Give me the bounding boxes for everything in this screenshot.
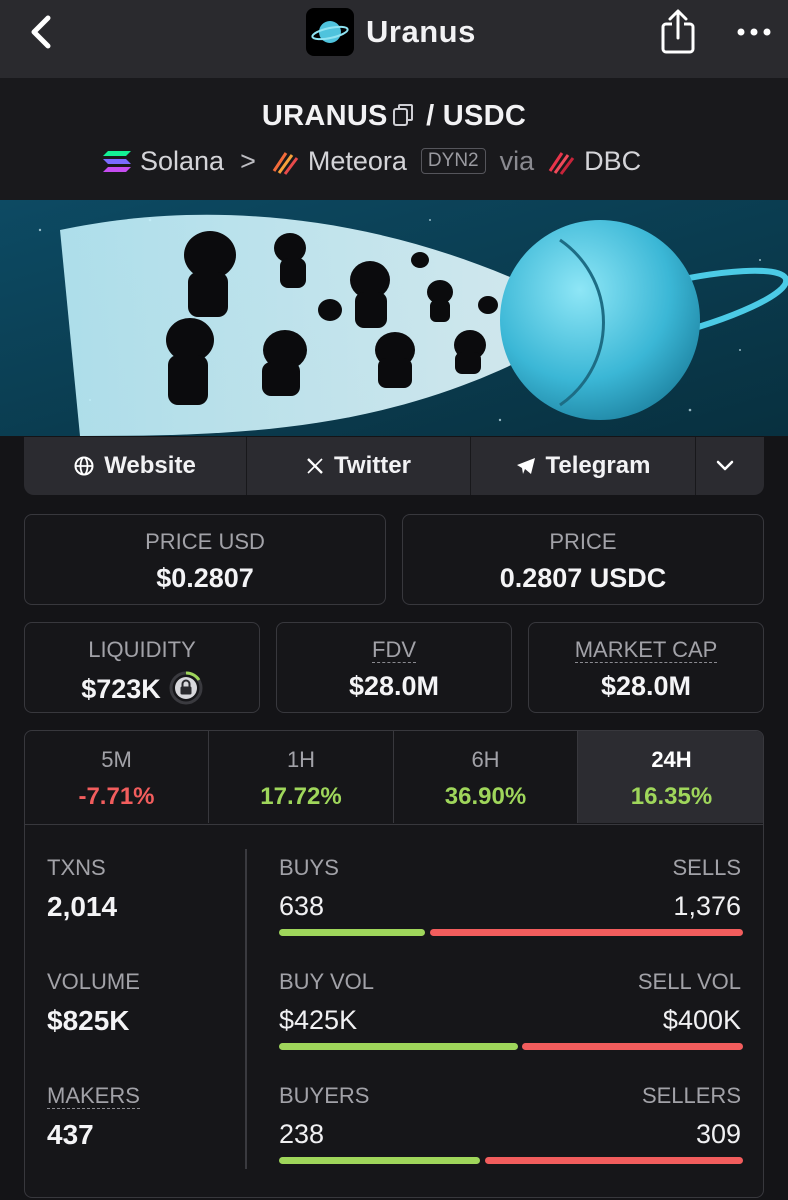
market-cap-label-text: MARKET CAP	[574, 637, 718, 663]
sell-vol-value: $400K	[662, 1005, 741, 1035]
price-change: -7.71%	[78, 783, 155, 810]
more-links-dropdown[interactable]	[696, 437, 764, 495]
buys-bar	[279, 929, 425, 936]
back-chevron-icon[interactable]	[24, 12, 64, 52]
sell-vol-bar	[522, 1043, 743, 1050]
website-button[interactable]: Website	[24, 437, 247, 495]
buyers-value: 238	[279, 1119, 325, 1149]
token-logo	[306, 8, 354, 56]
txns-label: TXNS	[47, 855, 106, 880]
buys-label: BUYS	[279, 855, 339, 880]
tab-6h[interactable]: 6H 36.90%	[394, 731, 578, 823]
tab-name: 24H	[651, 747, 692, 772]
telegram-label: Telegram	[545, 452, 651, 479]
sellers-value: 309	[695, 1119, 741, 1149]
pair-separator: /	[426, 100, 435, 132]
market-cap-label[interactable]: MARKET CAP	[529, 637, 763, 663]
telegram-button[interactable]: Telegram	[471, 437, 696, 495]
tab-name: 5M	[101, 747, 132, 772]
volume-value: $825K	[47, 1005, 130, 1036]
buyers-label: BUYERS	[279, 1083, 370, 1108]
dbc-icon	[548, 152, 575, 175]
sells-value: 1,376	[673, 891, 741, 921]
fdv-value: $28.0M	[348, 671, 440, 701]
more-dots-icon[interactable]	[736, 22, 772, 42]
makers-value: 437	[47, 1119, 94, 1150]
base-token: URANUS	[261, 100, 388, 132]
sells-label: SELLS	[672, 855, 742, 880]
tab-24h[interactable]: 24H 16.35%	[578, 731, 763, 823]
via-label: via	[499, 145, 535, 176]
makers-label[interactable]: MAKERS	[47, 1083, 140, 1109]
website-label: Website	[104, 452, 196, 479]
token-banner-image	[0, 200, 788, 436]
buys-value: 638	[279, 891, 325, 921]
dex-badge: DYN2	[420, 148, 486, 174]
price-usd-label: PRICE USD	[145, 529, 265, 554]
tab-1h[interactable]: 1H 17.72%	[209, 731, 394, 823]
price-quote-value: 0.2807 USDC	[499, 563, 667, 593]
price-quote-label: PRICE	[549, 529, 617, 554]
column-divider	[245, 849, 247, 1169]
volume-label: VOLUME	[47, 969, 140, 994]
liquidity-card: LIQUIDITY $723K	[24, 622, 260, 713]
launchpad-name[interactable]: DBC	[584, 146, 641, 177]
share-icon[interactable]	[660, 8, 696, 54]
sells-bar	[430, 929, 743, 936]
price-change: 16.35%	[630, 783, 713, 810]
txns-value: 2,014	[47, 891, 118, 922]
liquidity-value-row: $723K	[25, 671, 259, 705]
telegram-icon	[516, 458, 535, 474]
lock-icon[interactable]	[169, 671, 203, 705]
app-name: Uranus	[366, 14, 476, 49]
timeframe-tabs: 5M -7.71% 1H 17.72% 6H 36.90% 24H 16.35%	[25, 731, 763, 825]
price-quote-card: PRICE 0.2807 USDC	[402, 514, 764, 605]
chain-name[interactable]: Solana	[140, 146, 224, 177]
quote-token: USDC	[442, 100, 527, 132]
meteora-icon	[272, 152, 299, 175]
buy-vol-bar	[279, 1043, 518, 1050]
buyers-bar	[279, 1157, 480, 1164]
pair-title: URANUS / USDC	[0, 100, 788, 133]
globe-icon	[74, 456, 94, 476]
fdv-card: FDV $28.0M	[276, 622, 512, 713]
stats-panel: 5M -7.71% 1H 17.72% 6H 36.90% 24H 16.35%…	[24, 730, 764, 1198]
tab-name: 6H	[471, 747, 500, 772]
breadcrumb-chevron: >	[240, 145, 256, 176]
buy-vol-value: $425K	[279, 1005, 358, 1035]
chain-row: Solana > Meteora DYN2 via DBC	[102, 144, 641, 178]
buy-vol-label: BUY VOL	[279, 969, 374, 994]
twitter-label: Twitter	[334, 452, 411, 479]
price-usd-card: PRICE USD $0.2807	[24, 514, 386, 605]
liquidity-label: LIQUIDITY	[88, 637, 196, 662]
sellers-label: SELLERS	[641, 1083, 741, 1108]
top-bar: Uranus	[0, 0, 788, 78]
liquidity-value: $723K	[81, 674, 161, 704]
market-cap-value: $28.0M	[600, 671, 692, 701]
app-title: Uranus	[306, 8, 476, 56]
chevron-down-icon	[716, 460, 734, 471]
fdv-label-text: FDV	[372, 637, 416, 663]
price-change: 36.90%	[444, 783, 527, 810]
price-change: 17.72%	[260, 783, 342, 810]
sell-vol-label: SELL VOL	[637, 969, 741, 994]
fdv-label[interactable]: FDV	[277, 637, 511, 663]
social-links-bar: Website Twitter Telegram	[24, 437, 764, 495]
dex-name[interactable]: Meteora	[308, 146, 407, 177]
tab-5m[interactable]: 5M -7.71%	[25, 731, 209, 823]
market-cap-card: MARKET CAP $28.0M	[528, 622, 764, 713]
pair-header: URANUS / USDC Solana > Meteora DYN2 via …	[0, 78, 788, 200]
copy-icon[interactable]	[392, 103, 414, 127]
makers-label-text: MAKERS	[47, 1083, 140, 1109]
x-icon	[307, 458, 323, 474]
sellers-bar	[485, 1157, 743, 1164]
twitter-button[interactable]: Twitter	[247, 437, 471, 495]
tab-name: 1H	[286, 747, 316, 772]
solana-icon	[103, 151, 131, 172]
price-usd-value: $0.2807	[156, 563, 254, 593]
